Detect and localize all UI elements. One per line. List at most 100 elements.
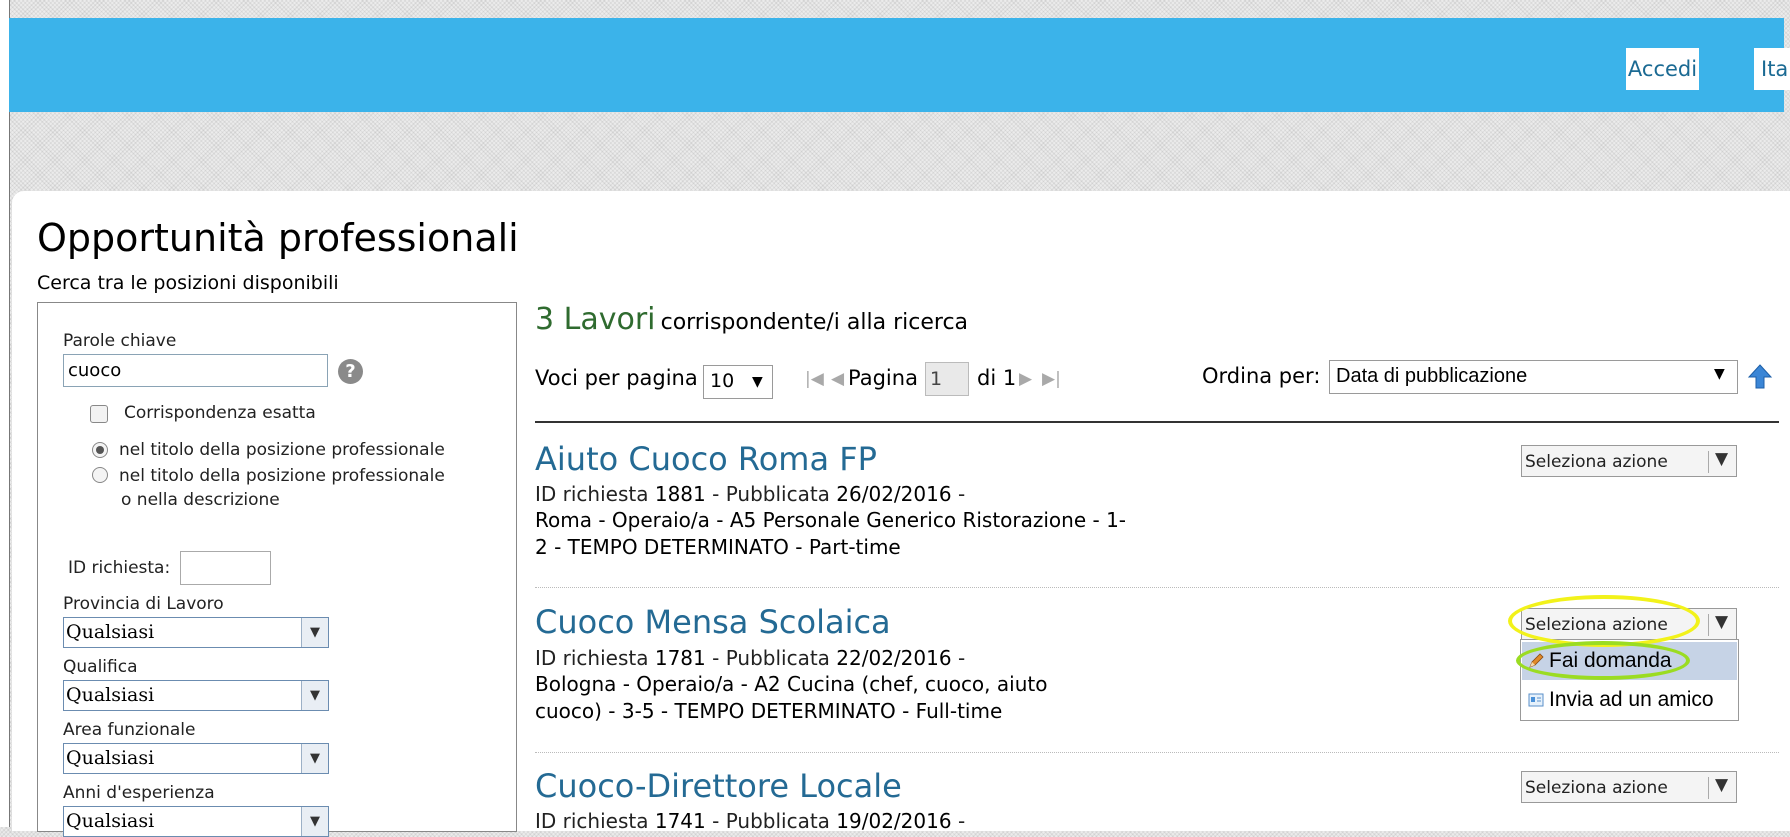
keywords-label: Parole chiave — [63, 331, 177, 351]
job-separator — [535, 752, 1779, 753]
action-divider — [1708, 614, 1709, 636]
job-separator — [535, 587, 1779, 588]
sort-label: Ordina per: — [1202, 364, 1321, 388]
published-date: 19/02/2016 — [836, 809, 952, 833]
chevron-down-icon: ▼ — [1715, 612, 1729, 632]
published-text: - Pubblicata — [712, 482, 830, 506]
scope-title-desc-label-1: nel titolo della posizione professionale — [119, 466, 445, 486]
page-total-label: di 1 — [977, 366, 1017, 390]
province-select[interactable]: Qualsiasi ▼ — [63, 617, 329, 648]
qualification-select[interactable]: Qualsiasi ▼ — [63, 680, 329, 711]
select-action-button[interactable]: Seleziona azione ▼ — [1521, 445, 1737, 477]
meta-separator: - — [957, 809, 966, 833]
meta-separator: - — [957, 482, 966, 506]
results-count-suffix: corrispondente/i alla ricerca — [660, 310, 969, 335]
job-meta: ID richiesta 1881 - Pubblicata 26/02/201… — [535, 482, 965, 506]
job-meta: ID richiesta 1781 - Pubblicata 22/02/201… — [535, 646, 965, 670]
job-title-link[interactable]: Aiuto Cuoco Roma FP — [535, 440, 877, 478]
exact-match-checkbox[interactable] — [90, 405, 108, 423]
action-menu: Fai domanda Invia ad un amico — [1520, 639, 1739, 721]
per-page-value: 10 — [710, 370, 735, 392]
keywords-input[interactable] — [63, 354, 328, 387]
next-page-icon[interactable]: ▶ — [1019, 369, 1032, 389]
sort-select[interactable]: Data di pubblicazione — [1329, 360, 1738, 394]
prev-page-icon[interactable]: ◀ — [831, 369, 844, 389]
chevron-down-icon: ▼ — [1714, 366, 1725, 382]
request-id-value: 1881 — [654, 482, 706, 506]
job-details: Roma - Operaio/a - A5 Personale Generico… — [535, 507, 1215, 561]
chevron-down-icon: ▼ — [752, 374, 763, 390]
scope-title-desc-label-2: o nella descrizione — [121, 490, 280, 510]
experience-label: Anni d'esperienza — [63, 783, 215, 803]
published-date: 26/02/2016 — [836, 482, 952, 506]
request-id-text: ID richiesta — [535, 646, 649, 670]
chevron-down-icon: ▼ — [301, 744, 328, 773]
first-page-icon[interactable]: |◀ — [805, 369, 824, 389]
request-id-value: 1781 — [654, 646, 706, 670]
apply-menu-item[interactable]: Fai domanda — [1522, 642, 1737, 680]
last-page-icon[interactable]: ▶| — [1042, 369, 1061, 389]
page-title: Opportunità professionali — [37, 216, 519, 260]
login-button[interactable]: Accedi — [1626, 48, 1699, 90]
province-value: Qualsiasi — [66, 621, 155, 643]
select-action-button[interactable]: Seleziona azione ▼ — [1521, 771, 1737, 803]
job-details-line: cuoco) - 3-5 - TEMPO DETERMINATO - Full-… — [535, 699, 1003, 723]
published-date: 22/02/2016 — [836, 646, 952, 670]
per-page-select[interactable]: 10 ▼ — [703, 365, 773, 399]
chevron-down-icon: ▼ — [301, 681, 328, 710]
per-page-label: Voci per pagina — [535, 366, 698, 390]
results-count: 3 Lavori corrispondente/i alla ricerca — [535, 302, 968, 337]
request-id-text: ID richiesta — [535, 809, 649, 833]
job-meta: ID richiesta 1741 - Pubblicata 19/02/201… — [535, 809, 965, 833]
qualification-value: Qualsiasi — [66, 684, 155, 706]
window-left-edge — [0, 0, 10, 827]
job-details-line: Bologna - Operaio/a - A2 Cucina (chef, c… — [535, 672, 1048, 696]
request-id-text: ID richiesta — [535, 482, 649, 506]
results-divider — [535, 421, 1779, 423]
area-value: Qualsiasi — [66, 747, 155, 769]
exact-match-label: Corrispondenza esatta — [124, 403, 316, 423]
province-label: Provincia di Lavoro — [63, 594, 224, 614]
action-divider — [1708, 777, 1709, 799]
select-action-label: Seleziona azione — [1525, 615, 1668, 635]
chevron-down-icon: ▼ — [301, 807, 328, 836]
request-id-value: 1741 — [654, 809, 706, 833]
top-header-bar — [9, 18, 1784, 112]
request-id-label: ID richiesta: — [68, 558, 171, 578]
job-details-line: Roma - Operaio/a - A5 Personale Generico… — [535, 508, 1127, 532]
apply-label: Fai domanda — [1549, 649, 1672, 672]
job-details-line: 2 - TEMPO DETERMINATO - Part-time — [535, 535, 901, 559]
scope-title-desc-radio[interactable] — [92, 467, 108, 483]
published-text: - Pubblicata — [712, 646, 830, 670]
select-action-label: Seleziona azione — [1525, 778, 1668, 798]
help-icon[interactable]: ? — [338, 359, 363, 384]
experience-value: Qualsiasi — [66, 810, 155, 832]
experience-select[interactable]: Qualsiasi ▼ — [63, 806, 329, 837]
page-subtitle: Cerca tra le posizioni disponibili — [37, 272, 339, 294]
scope-title-label: nel titolo della posizione professionale — [119, 440, 445, 460]
pencil-icon — [1529, 653, 1544, 668]
results-count-number: 3 Lavori — [535, 302, 656, 337]
send-to-friend-label: Invia ad un amico — [1549, 688, 1714, 711]
job-title-link[interactable]: Cuoco Mensa Scolaica — [535, 603, 891, 641]
scope-title-radio[interactable] — [92, 442, 108, 458]
job-details: Bologna - Operaio/a - A2 Cucina (chef, c… — [535, 671, 1215, 725]
chevron-down-icon: ▼ — [1715, 775, 1729, 795]
language-selector[interactable]: Ita — [1754, 48, 1790, 90]
sort-value: Data di pubblicazione — [1336, 365, 1528, 387]
area-select[interactable]: Qualsiasi ▼ — [63, 743, 329, 774]
select-action-label: Seleziona azione — [1525, 452, 1668, 472]
qualification-label: Qualifica — [63, 657, 138, 677]
meta-separator: - — [957, 646, 966, 670]
published-text: - Pubblicata — [712, 809, 830, 833]
request-id-input[interactable] — [180, 551, 271, 585]
send-to-friend-menu-item[interactable]: Invia ad un amico — [1522, 681, 1737, 719]
area-label: Area funzionale — [63, 720, 196, 740]
chevron-down-icon: ▼ — [1715, 449, 1729, 469]
job-title-link[interactable]: Cuoco-Direttore Locale — [535, 767, 902, 805]
action-divider — [1708, 451, 1709, 473]
envelope-card-icon — [1528, 693, 1544, 707]
page-number-input[interactable] — [925, 362, 969, 396]
arrow-up-icon[interactable] — [1747, 363, 1773, 391]
select-action-button[interactable]: Seleziona azione ▼ — [1521, 608, 1737, 640]
